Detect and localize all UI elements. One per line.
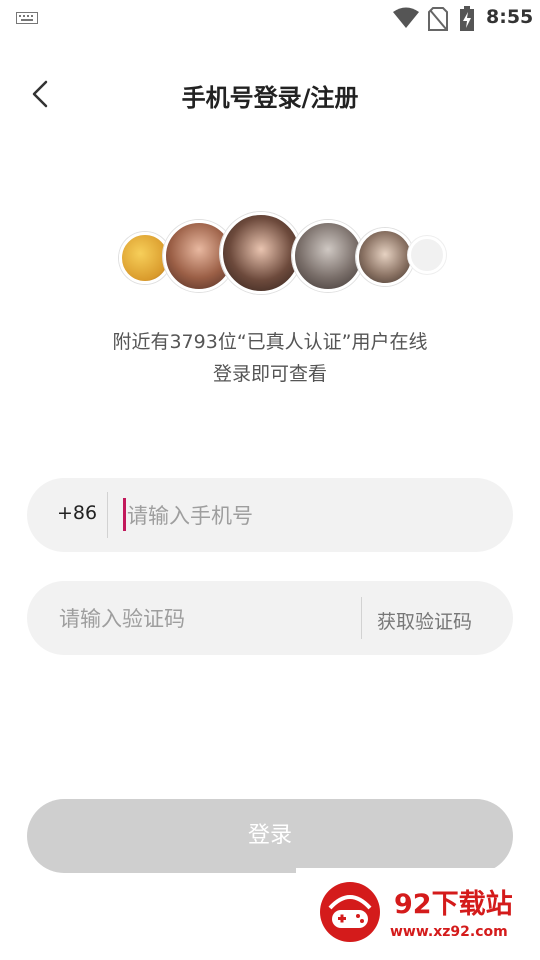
avatar [356, 228, 414, 286]
divider [107, 492, 108, 538]
status-time: 8:55 [486, 6, 534, 28]
verification-code-field[interactable]: 获取验证码 [27, 581, 513, 655]
phone-field[interactable]: +86 [27, 478, 513, 552]
country-code[interactable]: +86 [57, 502, 97, 524]
gamepad-logo-icon [320, 882, 380, 942]
nearby-line-1: 附近有3793位“已真人认证”用户在线 [112, 331, 428, 353]
code-input[interactable] [57, 599, 351, 639]
watermark-title: 92下载站 [394, 889, 513, 920]
avatar [408, 236, 446, 274]
avatar [220, 212, 302, 294]
battery-charging-icon [460, 6, 474, 31]
keyboard-icon [16, 12, 38, 24]
divider [361, 597, 362, 639]
phone-input[interactable] [125, 496, 489, 536]
watermark: 92下载站 www.xz92.com [296, 868, 540, 960]
nearby-users-text: 附近有3793位“已真人认证”用户在线 登录即可查看 [0, 326, 540, 390]
wifi-icon [393, 7, 419, 28]
page-title: 手机号登录/注册 [181, 84, 359, 112]
login-button[interactable]: 登录 [27, 799, 513, 873]
get-code-button[interactable]: 获取验证码 [377, 607, 472, 634]
nearby-line-2: 登录即可查看 [212, 363, 327, 385]
avatar [292, 220, 364, 292]
watermark-url: www.xz92.com [390, 924, 508, 940]
no-sim-icon [428, 7, 448, 31]
avatar-group [0, 200, 540, 310]
status-bar: 8:55 [0, 0, 540, 36]
